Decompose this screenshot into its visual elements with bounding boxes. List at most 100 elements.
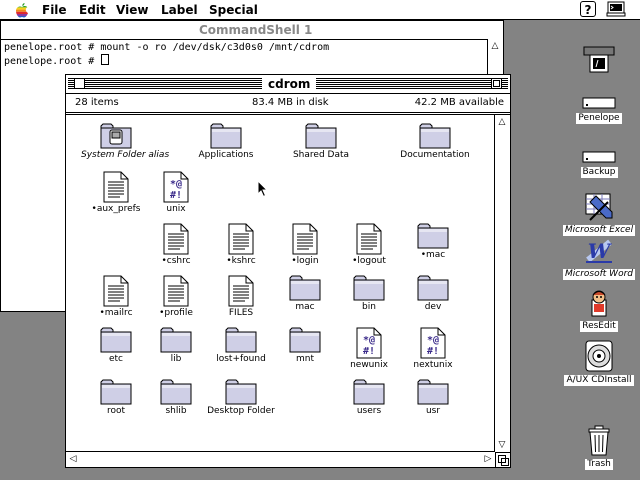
file-item[interactable]: lost+found	[206, 327, 276, 365]
file-item[interactable]: *@ #! nextunix	[398, 327, 468, 371]
file-item-label: nextunix	[413, 360, 453, 370]
executable-icon: *@ #!	[141, 171, 211, 203]
apple-menu-icon[interactable]	[14, 2, 30, 18]
document-icon	[334, 223, 404, 255]
file-item-label: •mac	[420, 250, 446, 260]
disk-usage: 83.4 MB in disk	[252, 97, 329, 108]
menu-view[interactable]: View	[116, 2, 148, 18]
file-item-label: newunix	[350, 360, 388, 370]
desktop-icon[interactable]: Microsoft Excel	[559, 192, 639, 236]
trash-icon	[559, 424, 639, 456]
document-icon	[141, 275, 211, 307]
shell-prompt: penelope.root #	[4, 56, 101, 67]
file-item-label: Shared Data	[292, 150, 350, 160]
file-item[interactable]: •profile	[141, 275, 211, 319]
file-item-label: usr	[425, 406, 441, 416]
menu-edit[interactable]: Edit	[79, 2, 106, 18]
file-item-label: mac	[295, 302, 315, 312]
executable-icon: *@ #!	[334, 327, 404, 359]
file-item[interactable]: bin	[334, 275, 404, 313]
folder-icon	[270, 275, 340, 301]
desktop-icon[interactable]	[559, 44, 639, 74]
scroll-left-arrow-icon[interactable]: ◁	[66, 452, 80, 466]
folder-icon	[334, 379, 404, 405]
file-item-label: System Folder alias	[81, 150, 170, 160]
file-item-label: FILES	[228, 308, 254, 318]
file-item[interactable]: usr	[398, 379, 468, 417]
desktop-icon[interactable]: W Microsoft Word	[559, 236, 639, 280]
file-item[interactable]: •login	[270, 223, 340, 267]
svg-text:#!: #!	[170, 190, 182, 201]
desktop-icon[interactable]: Trash	[559, 424, 639, 470]
folder-icon	[270, 327, 340, 353]
desktop-icon-label: Trash	[585, 459, 613, 470]
menu-file[interactable]: File	[42, 2, 67, 18]
file-item-label: unix	[166, 204, 186, 214]
desktop-icon[interactable]: Backup	[559, 150, 639, 178]
close-box-icon[interactable]	[74, 78, 85, 89]
file-item[interactable]: Shared Data	[286, 123, 356, 161]
shell-text-area[interactable]: penelope.root # mount -o ro /dev/dsk/c3d…	[4, 42, 329, 68]
file-item[interactable]: System Folder alias	[81, 123, 170, 161]
zoom-box-icon[interactable]	[491, 78, 502, 89]
menu-special[interactable]: Special	[209, 2, 258, 18]
cdrom-file-area[interactable]: System Folder alias Applications Shared Da…	[66, 115, 495, 452]
help-menu-icon[interactable]: ?	[580, 1, 596, 17]
terminal-disk-icon	[559, 44, 639, 74]
desktop-icon-label: A/UX CDInstall	[564, 375, 634, 386]
application-menu-icon[interactable]	[606, 1, 628, 18]
desktop-icon[interactable]: A/UX CDInstall	[559, 340, 639, 386]
file-item[interactable]: lib	[141, 327, 211, 365]
file-item[interactable]: Desktop Folder	[206, 379, 276, 417]
scroll-up-arrow-icon[interactable]: △	[495, 115, 509, 129]
desktop-icon-label: Microsoft Excel	[562, 225, 636, 236]
scroll-down-arrow-icon[interactable]: ▽	[495, 438, 509, 452]
folder-icon	[191, 123, 261, 149]
file-item[interactable]: mac	[270, 275, 340, 313]
file-item-label: users	[356, 406, 382, 416]
scroll-right-arrow-icon[interactable]: ▷	[481, 452, 495, 466]
desktop-icon[interactable]: ResEdit	[559, 288, 639, 332]
size-box-icon[interactable]	[495, 452, 510, 467]
file-item[interactable]: •logout	[334, 223, 404, 267]
file-item[interactable]: Documentation	[400, 123, 470, 161]
file-item-label: Documentation	[400, 150, 470, 160]
file-item-label: dev	[424, 302, 442, 312]
desktop-icon[interactable]: Penelope	[559, 96, 639, 124]
cdrom-titlebar[interactable]: cdrom	[66, 75, 510, 94]
file-item[interactable]: •kshrc	[206, 223, 276, 267]
shell-line: penelope.root # mount -o ro /dev/dsk/c3d…	[4, 42, 330, 53]
folder-icon	[286, 123, 356, 149]
file-item-label: Applications	[198, 150, 254, 160]
file-item[interactable]: Applications	[191, 123, 261, 161]
document-icon	[270, 223, 340, 255]
folder-icon	[206, 327, 276, 353]
file-item[interactable]: *@ #! unix	[141, 171, 211, 215]
document-icon	[141, 223, 211, 255]
svg-text:*@: *@	[170, 179, 182, 190]
resedit-icon	[559, 288, 639, 318]
file-item[interactable]: mnt	[270, 327, 340, 365]
cdrom-vertical-scrollbar[interactable]: △ ▽	[494, 115, 510, 452]
document-icon	[206, 275, 276, 307]
file-item[interactable]: dev	[398, 275, 468, 313]
folder-icon	[141, 327, 211, 353]
system-folder-icon	[81, 123, 151, 149]
folder-icon	[334, 275, 404, 301]
scroll-up-arrow-icon[interactable]: △	[488, 39, 502, 53]
svg-text:#!: #!	[363, 346, 375, 357]
file-item-label: Desktop Folder	[207, 406, 275, 416]
file-item-label: •logout	[352, 256, 386, 266]
file-item[interactable]: users	[334, 379, 404, 417]
file-item[interactable]: •cshrc	[141, 223, 211, 267]
svg-text:#!: #!	[427, 346, 439, 357]
file-item[interactable]: *@ #! newunix	[334, 327, 404, 371]
file-item[interactable]: •mac	[398, 223, 468, 261]
folder-icon	[206, 379, 276, 405]
file-item[interactable]: shlib	[141, 379, 211, 417]
cdrom-horizontal-scrollbar[interactable]: ◁ ▷	[66, 451, 495, 467]
file-item[interactable]: FILES	[206, 275, 276, 319]
shell-titlebar[interactable]: CommandShell 1	[1, 21, 503, 40]
menu-label[interactable]: Label	[161, 2, 198, 18]
desktop-icon-label: Penelope	[576, 113, 622, 124]
